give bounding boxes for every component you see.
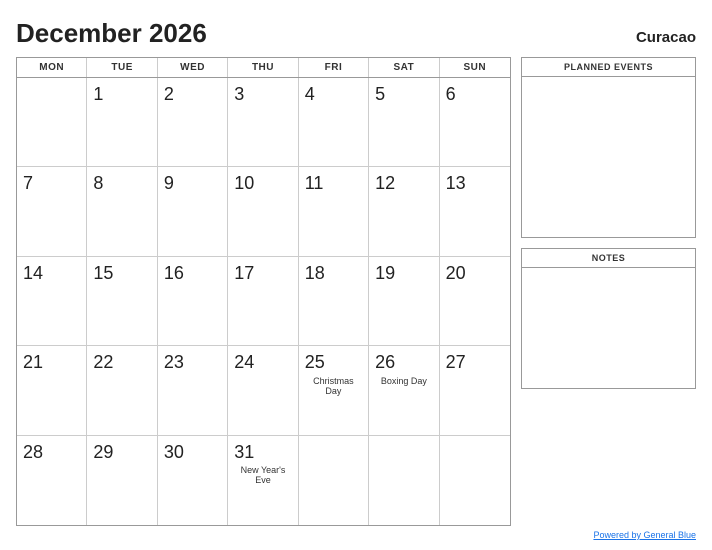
cell-number: 22	[93, 352, 113, 374]
calendar-cell: 9	[158, 167, 228, 256]
region-label: Curacao	[636, 29, 696, 46]
calendar-cell	[369, 436, 439, 525]
calendar-cell: 5	[369, 78, 439, 167]
calendar-cell: 18	[299, 257, 369, 346]
calendar-cell: 4	[299, 78, 369, 167]
cell-number: 5	[375, 84, 385, 106]
calendar-cell: 29	[87, 436, 157, 525]
cell-number: 19	[375, 263, 395, 285]
cell-event: Boxing Day	[375, 376, 432, 386]
main-area: MONTUEWEDTHUFRISATSUN 123456789101112131…	[16, 57, 696, 526]
cell-number: 4	[305, 84, 315, 106]
calendar-cell: 15	[87, 257, 157, 346]
cell-number: 1	[93, 84, 103, 106]
calendar-cell: 14	[17, 257, 87, 346]
cell-number: 11	[305, 173, 324, 195]
cell-number: 26	[375, 352, 395, 374]
calendar-cell: 13	[440, 167, 510, 256]
calendar-cell: 28	[17, 436, 87, 525]
calendar-cell: 24	[228, 346, 298, 435]
cell-number: 20	[446, 263, 466, 285]
cell-number: 31	[234, 442, 254, 464]
cell-number: 16	[164, 263, 184, 285]
cell-number: 9	[164, 173, 174, 195]
day-header-thu: THU	[228, 58, 298, 77]
calendar-cell: 25Christmas Day	[299, 346, 369, 435]
calendar-cell: 12	[369, 167, 439, 256]
calendar-cell: 16	[158, 257, 228, 346]
calendar-cell: 2	[158, 78, 228, 167]
calendar-cell: 6	[440, 78, 510, 167]
calendar-cell: 21	[17, 346, 87, 435]
cell-number: 28	[23, 442, 43, 464]
header: December 2026 Curacao	[16, 18, 696, 49]
notes-box: NOTES	[521, 248, 696, 389]
day-header-tue: TUE	[87, 58, 157, 77]
cell-event: New Year's Eve	[234, 465, 291, 485]
planned-events-box: PLANNED EVENTS	[521, 57, 696, 238]
calendar-cell: 23	[158, 346, 228, 435]
cell-number: 3	[234, 84, 244, 106]
calendar-cell: 27	[440, 346, 510, 435]
cell-number: 10	[234, 173, 254, 195]
calendar-cell	[299, 436, 369, 525]
cell-number: 27	[446, 352, 466, 374]
cell-number: 21	[23, 352, 43, 374]
cell-number: 2	[164, 84, 174, 106]
cell-number: 6	[446, 84, 456, 106]
calendar-cell: 3	[228, 78, 298, 167]
cell-number: 12	[375, 173, 395, 195]
calendar-cell: 1	[87, 78, 157, 167]
calendar-cell: 7	[17, 167, 87, 256]
page-title: December 2026	[16, 18, 207, 49]
cell-number: 29	[93, 442, 113, 464]
calendar-cell: 19	[369, 257, 439, 346]
planned-events-content	[522, 77, 695, 237]
calendar-cell: 22	[87, 346, 157, 435]
notes-title: NOTES	[522, 249, 695, 268]
calendar-cell: 26 Boxing Day	[369, 346, 439, 435]
calendar-cell: 20	[440, 257, 510, 346]
cell-event: Christmas Day	[305, 376, 362, 396]
calendar-cell: 8	[87, 167, 157, 256]
cell-number: 18	[305, 263, 325, 285]
cell-number: 24	[234, 352, 254, 374]
calendar-cell: 30	[158, 436, 228, 525]
day-header-sun: SUN	[440, 58, 510, 77]
notes-content	[522, 268, 695, 388]
calendar: MONTUEWEDTHUFRISATSUN 123456789101112131…	[16, 57, 511, 526]
planned-events-title: PLANNED EVENTS	[522, 58, 695, 77]
cell-number: 30	[164, 442, 184, 464]
cell-number: 17	[234, 263, 254, 285]
calendar-cell: 17	[228, 257, 298, 346]
calendar-cell: 10	[228, 167, 298, 256]
day-headers: MONTUEWEDTHUFRISATSUN	[17, 58, 510, 78]
day-header-sat: SAT	[369, 58, 439, 77]
powered-by-link[interactable]: Powered by General Blue	[593, 530, 696, 540]
cell-number: 13	[446, 173, 466, 195]
day-header-mon: MON	[17, 58, 87, 77]
calendar-cell: 31New Year's Eve	[228, 436, 298, 525]
footer: Powered by General Blue	[16, 530, 696, 540]
calendar-grid: 1234567891011121314151617181920212223242…	[17, 78, 510, 525]
day-header-fri: FRI	[299, 58, 369, 77]
calendar-cell: 11	[299, 167, 369, 256]
calendar-cell	[440, 436, 510, 525]
cell-number: 7	[23, 173, 33, 195]
cell-number: 23	[164, 352, 184, 374]
sidebar: PLANNED EVENTS NOTES	[521, 57, 696, 526]
page: December 2026 Curacao MONTUEWEDTHUFRISAT…	[0, 0, 712, 550]
cell-number: 15	[93, 263, 113, 285]
cell-number: 25	[305, 352, 325, 374]
cell-number: 14	[23, 263, 43, 285]
calendar-cell	[17, 78, 87, 167]
cell-number: 8	[93, 173, 103, 195]
day-header-wed: WED	[158, 58, 228, 77]
